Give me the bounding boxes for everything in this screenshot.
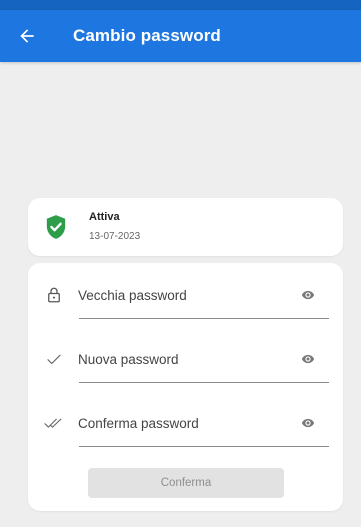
new-password-input[interactable] (78, 349, 288, 369)
eye-icon (301, 418, 315, 428)
old-password-field (28, 273, 343, 329)
arrow-left-icon (20, 29, 34, 43)
confirm-password-field (28, 401, 343, 457)
check-icon (42, 347, 66, 371)
double-check-icon (42, 411, 66, 435)
toggle-confirm-password-visibility[interactable] (298, 413, 318, 433)
status-title: Attiva (89, 211, 120, 223)
password-form-card: Conferma (28, 263, 343, 511)
confirm-button[interactable]: Conferma (88, 468, 284, 498)
back-button[interactable] (14, 23, 40, 49)
lock-icon (42, 283, 66, 307)
toggle-old-password-visibility[interactable] (298, 285, 318, 305)
new-password-field (28, 337, 343, 393)
status-card (28, 198, 343, 256)
app-bar: Cambio password (0, 10, 361, 62)
confirm-password-input[interactable] (78, 413, 288, 433)
page-title: Cambio password (73, 26, 221, 45)
eye-icon (301, 354, 315, 364)
status-date: 13-07-2023 (89, 231, 141, 242)
new-password-underline (79, 382, 329, 383)
old-password-input[interactable] (78, 285, 288, 305)
status-bar (0, 0, 361, 10)
confirm-password-underline (79, 446, 329, 447)
old-password-underline (79, 318, 329, 319)
eye-icon (301, 290, 315, 300)
toggle-new-password-visibility[interactable] (298, 349, 318, 369)
shield-check-icon (46, 215, 66, 239)
